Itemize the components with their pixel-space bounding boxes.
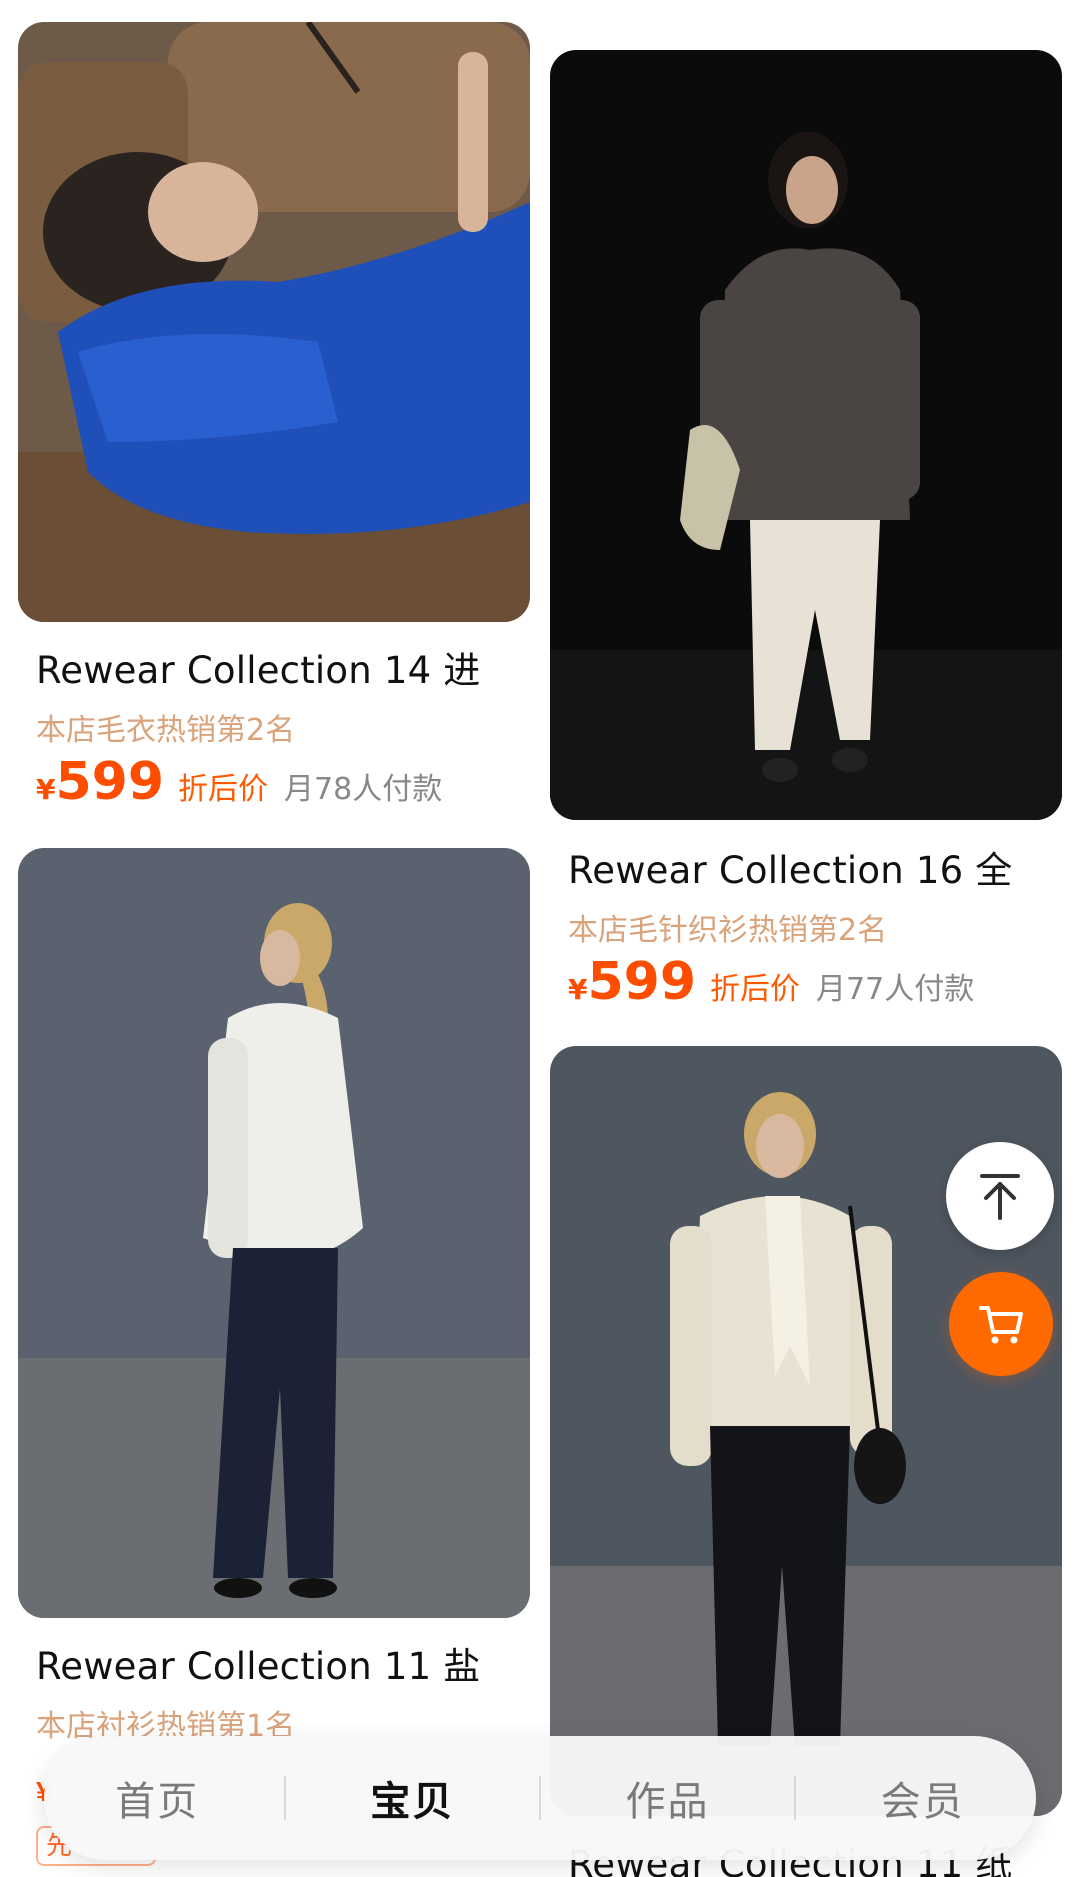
price-value: 599 [55, 752, 165, 812]
price-row: ¥ 599 折后价 月77人付款 [568, 952, 974, 1012]
price-row: ¥ 599 折后价 月78人付款 [36, 752, 442, 812]
tab-divider [538, 1776, 541, 1820]
rank-tag: 本店毛衣热销第2名 [36, 713, 296, 748]
product-title[interactable]: Rewear Collection 14 进 [36, 640, 481, 694]
currency-symbol: ¥ [36, 773, 56, 806]
tab-membership[interactable]: 会员 [823, 1769, 1023, 1827]
sales-count: 月77人付款 [816, 972, 975, 1007]
cart-button[interactable] [949, 1272, 1053, 1376]
tab-divider [794, 1776, 797, 1820]
price-value: 599 [587, 952, 697, 1012]
product-image[interactable] [550, 50, 1062, 820]
cart-icon [979, 1306, 1023, 1344]
discount-label: 折后价 [710, 972, 801, 1007]
tab-works[interactable]: 作品 [568, 1769, 768, 1827]
currency-symbol: ¥ [568, 973, 588, 1006]
tab-divider [283, 1776, 286, 1820]
back-to-top-button[interactable] [946, 1142, 1054, 1250]
arrow-up-icon [980, 1174, 1020, 1220]
discount-label: 折后价 [178, 772, 269, 807]
product-image[interactable] [18, 22, 530, 622]
product-image[interactable] [18, 848, 530, 1618]
product-title[interactable]: Rewear Collection 16 全 [568, 840, 1013, 894]
tab-products[interactable]: 宝贝 [312, 1769, 512, 1827]
rank-tag: 本店毛针织衫热销第2名 [568, 913, 888, 948]
sales-count: 月78人付款 [284, 772, 443, 807]
product-title[interactable]: Rewear Collection 11 盐 [36, 1636, 481, 1690]
tab-home[interactable]: 首页 [57, 1769, 257, 1827]
bottom-tab-bar: 首页 宝贝 作品 会员 [44, 1736, 1036, 1860]
